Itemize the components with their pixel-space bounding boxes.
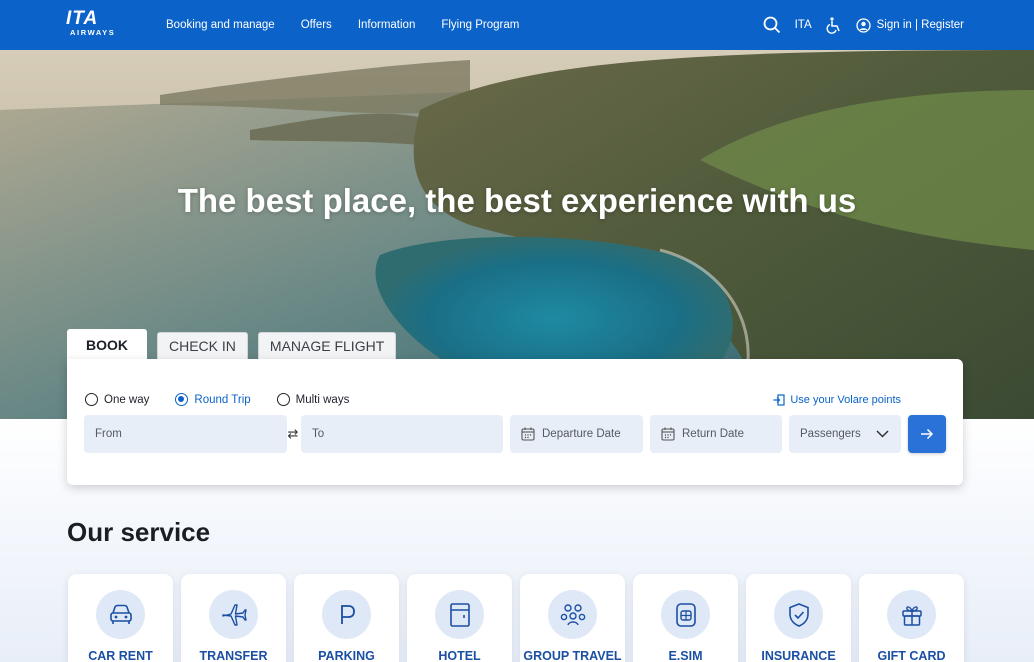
- to-placeholder: To: [312, 428, 325, 440]
- calendar-icon: [661, 427, 675, 441]
- service-icon-circle: [548, 590, 597, 639]
- car-icon: [109, 604, 132, 624]
- service-card-transfer[interactable]: TRANSFER: [181, 574, 286, 662]
- use-volare-points-link[interactable]: Use your Volare points: [773, 394, 901, 406]
- service-label: E.SIM: [668, 649, 703, 662]
- service-icon-circle: [322, 590, 371, 639]
- from-field[interactable]: From: [84, 415, 287, 453]
- utility-nav: ITA Sign in | Register: [763, 0, 964, 50]
- parking-icon: [340, 604, 355, 624]
- user-icon: [855, 17, 871, 33]
- signin-register-link[interactable]: Sign in | Register: [855, 17, 964, 33]
- service-icon-circle: [661, 590, 710, 639]
- nav-flying-program[interactable]: Flying Program: [441, 19, 519, 31]
- top-navigation: ITA AIRWAYS Booking and manage Offers In…: [0, 0, 1034, 50]
- logo-subtext: AIRWAYS: [70, 28, 116, 37]
- radio-label: Multi ways: [295, 393, 350, 406]
- radio-one-way[interactable]: One way: [85, 393, 149, 406]
- service-icon-circle: [774, 590, 823, 639]
- service-icon-circle: [209, 590, 258, 639]
- search-icon[interactable]: [763, 16, 781, 34]
- radio-label: One way: [104, 393, 150, 406]
- from-placeholder: From: [95, 428, 122, 440]
- service-label: HOTEL: [438, 649, 481, 662]
- service-icon-circle: [887, 590, 936, 639]
- nav-booking-manage[interactable]: Booking and manage: [166, 19, 275, 31]
- trip-type-selector: One way Round Trip Multi ways: [85, 393, 375, 406]
- booking-panel: One way Round Trip Multi ways Use your V…: [67, 359, 963, 485]
- signin-label: Sign in | Register: [876, 19, 964, 31]
- service-label: GIFT CARD: [877, 649, 946, 662]
- radio-button[interactable]: [175, 393, 189, 406]
- service-card-car-rent[interactable]: CAR RENT: [68, 574, 173, 662]
- service-cards: CAR RENT TRANSFER PARKING HOTEL GROUP TR…: [68, 574, 964, 662]
- service-card-insurance[interactable]: INSURANCE: [746, 574, 851, 662]
- main-nav: Booking and manage Offers Information Fl…: [166, 0, 519, 50]
- nav-information[interactable]: Information: [358, 19, 416, 31]
- service-icon-circle: [96, 590, 145, 639]
- swap-icon[interactable]: ⇄: [283, 426, 303, 442]
- language-selector[interactable]: ITA: [795, 19, 812, 31]
- service-card-parking[interactable]: PARKING: [294, 574, 399, 662]
- volare-link-label: Use your Volare points: [790, 394, 901, 406]
- points-icon: [773, 394, 785, 406]
- service-card-group-travel[interactable]: GROUP TRAVEL: [520, 574, 625, 662]
- radio-round-trip[interactable]: Round Trip: [175, 393, 251, 406]
- return-placeholder: Return Date: [682, 428, 745, 440]
- service-card-gift-card[interactable]: GIFT CARD: [859, 574, 964, 662]
- hotel-icon: [449, 602, 470, 627]
- arrow-right-icon: [921, 428, 934, 440]
- service-icon-circle: [435, 590, 484, 639]
- service-label: TRANSFER: [199, 649, 268, 662]
- gift-icon: [901, 605, 922, 626]
- ita-airways-logo[interactable]: ITA AIRWAYS: [66, 8, 124, 38]
- service-label: GROUP TRAVEL: [523, 649, 622, 662]
- tab-manage-flight[interactable]: MANAGE FLIGHT: [257, 332, 397, 359]
- plane-icon: [221, 603, 247, 626]
- radio-multi-ways[interactable]: Multi ways: [276, 393, 350, 406]
- service-label: CAR RENT: [88, 649, 153, 662]
- tab-book[interactable]: BOOK: [67, 329, 147, 360]
- shield-icon: [788, 602, 809, 627]
- services-title: Our service: [67, 517, 211, 547]
- service-card-esim[interactable]: E.SIM: [633, 574, 738, 662]
- booking-tabs: BOOK CHECK IN MANAGE FLIGHT: [67, 329, 397, 360]
- passengers-select[interactable]: Passengers: [789, 415, 901, 453]
- sim-icon: [675, 602, 696, 627]
- radio-label: Round Trip: [194, 393, 251, 406]
- tab-check-in[interactable]: CHECK IN: [157, 332, 248, 359]
- return-date-field[interactable]: Return Date: [650, 415, 782, 453]
- passengers-placeholder: Passengers: [800, 428, 861, 440]
- hero-title: The best place, the best experience with…: [177, 182, 857, 219]
- service-label: PARKING: [318, 649, 375, 662]
- chevron-down-icon: [876, 430, 889, 438]
- wheelchair-icon[interactable]: [826, 16, 842, 34]
- service-card-hotel[interactable]: HOTEL: [407, 574, 512, 662]
- calendar-icon: [521, 427, 535, 441]
- departure-date-field[interactable]: Departure Date: [510, 415, 643, 453]
- service-label: INSURANCE: [761, 649, 836, 662]
- radio-button[interactable]: [276, 393, 290, 406]
- logo-text: ITA: [66, 8, 99, 29]
- search-flights-button[interactable]: [908, 415, 946, 453]
- departure-placeholder: Departure Date: [542, 428, 621, 440]
- group-icon: [560, 603, 585, 625]
- radio-button[interactable]: [85, 393, 98, 406]
- to-field[interactable]: To: [301, 415, 503, 453]
- nav-offers[interactable]: Offers: [301, 19, 332, 31]
